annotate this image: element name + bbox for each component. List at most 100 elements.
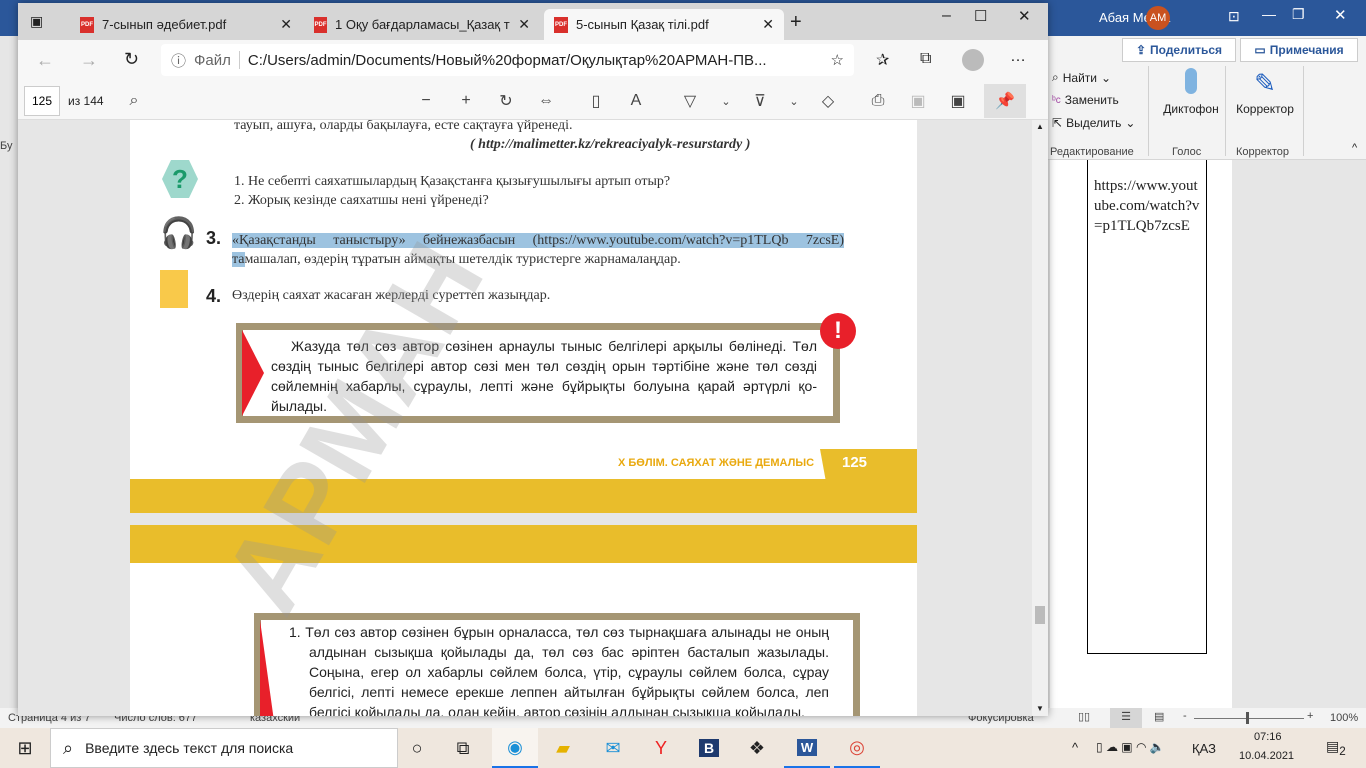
read-aloud-icon[interactable]: A xyxy=(622,88,650,114)
share-icon: ⇪ xyxy=(1135,43,1147,57)
yandex-icon[interactable]: Y xyxy=(638,728,684,768)
pdf-icon: PDF xyxy=(80,16,94,33)
rule-text: 1. Төл сөз автор сөзінен бұрын орналасса… xyxy=(289,624,829,716)
divider xyxy=(1303,66,1304,156)
close-tab-icon[interactable]: ✕ xyxy=(762,16,774,33)
chrome-icon[interactable]: ◎ xyxy=(834,728,880,768)
pdf-viewer[interactable]: тауып, ашуға, оларды бақылауға, есте сақ… xyxy=(18,120,1032,716)
zoom-out-icon[interactable]: − xyxy=(412,88,440,114)
task-view-icon[interactable]: ⧉ xyxy=(440,728,486,768)
divider xyxy=(1225,66,1226,156)
draw-icon[interactable]: ▽ xyxy=(676,88,704,114)
b-app-icon[interactable]: B xyxy=(686,728,732,768)
dropbox-icon[interactable]: ❖ xyxy=(734,728,780,768)
vertical-scrollbar[interactable]: ▲ ▼ xyxy=(1032,120,1048,716)
collapse-ribbon-icon[interactable]: ^ xyxy=(1352,142,1357,154)
scrollbar-thumb[interactable] xyxy=(1035,606,1045,624)
print-icon[interactable]: ⎙ xyxy=(864,88,892,114)
table-cell[interactable]: https://www.youtube.com/watch?v=p1TLQb7z… xyxy=(1087,160,1207,654)
mail-icon[interactable]: ✉ xyxy=(590,728,636,768)
pin-toolbar-icon[interactable]: 📌 xyxy=(984,84,1026,118)
minimize-button[interactable]: — xyxy=(1262,6,1276,22)
zoom-slider-thumb[interactable] xyxy=(1246,712,1249,724)
minimize-button[interactable]: – xyxy=(942,7,951,25)
tab-actions-icon[interactable]: ▣ xyxy=(30,13,43,30)
address-bar[interactable]: ⓘ Файл C:/Users/admin/Documents/Новый%20… xyxy=(161,44,854,76)
tab-3-active[interactable]: PDF 5-сынып Қазақ тілі.pdf ✕ xyxy=(544,9,784,40)
search-icon[interactable]: ⌕ xyxy=(120,88,148,114)
cortana-icon[interactable]: ○ xyxy=(394,728,440,768)
page-number-input[interactable] xyxy=(24,86,60,116)
address-bar-row: ← → ↻ ⓘ Файл C:/Users/admin/Documents/Но… xyxy=(18,40,1048,82)
page-view-icon[interactable]: ▯ xyxy=(582,88,610,114)
save-as-icon[interactable]: ▣ xyxy=(944,88,972,114)
zoom-out-button[interactable]: - xyxy=(1183,710,1187,722)
search-icon: ⌕ xyxy=(1052,70,1059,84)
add-favorite-icon[interactable]: ☆ xyxy=(831,51,844,69)
tab-1[interactable]: PDF 7-сынып әдебиет.pdf ✕ xyxy=(70,9,302,40)
rotate-icon[interactable]: ↻ xyxy=(492,88,520,114)
footer-section: Х БӨЛІМ. САЯХАТ ЖӘНЕ ДЕМАЛЫС xyxy=(618,457,815,469)
comment-icon: ▭ xyxy=(1254,43,1266,57)
close-tab-icon[interactable]: ✕ xyxy=(518,16,530,33)
dictate-button[interactable]: Диктофон xyxy=(1156,68,1226,116)
scroll-down-icon[interactable]: ▼ xyxy=(1036,704,1044,713)
draw-options-chevron-icon[interactable]: ⌄ xyxy=(712,88,740,114)
edge-window: ▣ PDF 7-сынып әдебиет.pdf ✕ PDF 1 Оқу бағда… xyxy=(18,3,1048,716)
tab-label: 5-сынып Қазақ тілі.pdf xyxy=(576,17,709,32)
input-language[interactable]: ҚАЗ xyxy=(1192,741,1216,756)
zoom-level[interactable]: 100% xyxy=(1330,712,1358,724)
scroll-up-icon[interactable]: ▲ xyxy=(1036,122,1044,131)
word-icon[interactable]: W xyxy=(784,728,830,768)
clock-time[interactable]: 07:16 xyxy=(1254,731,1282,743)
fit-page-icon[interactable]: ⇔ xyxy=(532,88,560,114)
close-window-button[interactable]: ✕ xyxy=(1018,7,1031,25)
text-line: тауып, ашуға, оларды бақылауға, есте сақ… xyxy=(234,120,573,133)
tab-2[interactable]: PDF 1 Оқу бағдарламасы_Қазақ тілі ✕ xyxy=(304,9,540,40)
print-layout-icon[interactable]: ☰ xyxy=(1110,708,1142,728)
new-tab-button[interactable]: + xyxy=(790,11,802,34)
share-button[interactable]: ⇪ Поделиться xyxy=(1122,38,1236,62)
zoom-in-icon[interactable]: + xyxy=(452,88,480,114)
search-placeholder: Введите здесь текст для поиска xyxy=(85,740,294,756)
maximize-button[interactable]: ☐ xyxy=(974,7,987,25)
editor-button[interactable]: ✎ Корректор xyxy=(1232,68,1298,116)
group-editing-label: Редактирование xyxy=(1050,146,1134,158)
profile-icon[interactable] xyxy=(962,49,984,71)
windows-start-icon[interactable]: ⊞ xyxy=(2,728,48,768)
task-number: 3. xyxy=(206,228,222,248)
restore-button[interactable]: ❐ xyxy=(1292,6,1305,23)
web-layout-icon[interactable]: ▤ xyxy=(1154,710,1164,723)
notification-icon[interactable]: ▤2 xyxy=(1326,738,1346,758)
info-icon[interactable]: ⓘ xyxy=(171,50,186,71)
file-explorer-icon[interactable]: ▰ xyxy=(540,728,586,768)
url-text[interactable]: C:/Users/admin/Documents/Новый%20формат/… xyxy=(248,52,767,69)
show-hidden-icons[interactable]: ^ xyxy=(1072,740,1078,755)
find-button[interactable]: ⌕ Найти ⌄ xyxy=(1052,70,1111,85)
notes-button[interactable]: ▭ Примечания xyxy=(1240,38,1358,62)
close-button[interactable]: ✕ xyxy=(1334,6,1347,24)
edge-icon[interactable]: ◉ xyxy=(492,728,538,768)
more-menu-icon[interactable]: … xyxy=(1010,48,1026,66)
avatar[interactable]: AM xyxy=(1146,6,1170,30)
ribbon-display-icon[interactable]: ⊡ xyxy=(1228,8,1240,25)
read-mode-icon[interactable]: ▯▯ xyxy=(1078,710,1090,723)
replace-button[interactable]: ᵇc Заменить xyxy=(1052,93,1119,107)
taskbar-search[interactable]: ⌕ Введите здесь текст для поиска xyxy=(50,728,398,768)
back-button[interactable]: ← xyxy=(36,50,54,71)
clock-date[interactable]: 10.04.2021 xyxy=(1239,750,1294,762)
close-tab-icon[interactable]: ✕ xyxy=(280,16,292,33)
highlight-icon[interactable]: ⊽ xyxy=(746,88,774,114)
highlight-options-chevron-icon[interactable]: ⌄ xyxy=(780,88,808,114)
zoom-in-button[interactable]: + xyxy=(1307,710,1313,722)
refresh-button[interactable]: ↻ xyxy=(124,49,139,70)
tab-label: 1 Оқу бағдарламасы_Қазақ тілі xyxy=(335,17,511,32)
select-button[interactable]: ⇱ Выделить ⌄ xyxy=(1052,116,1135,130)
tray-icons[interactable]: ▯ ☁ ▣ ◠ 🔈 xyxy=(1096,740,1165,754)
microphone-icon xyxy=(1185,68,1197,94)
collections-icon[interactable]: ⧉ xyxy=(920,50,931,68)
favorites-icon[interactable]: ✰ xyxy=(876,50,889,70)
zoom-slider[interactable] xyxy=(1194,718,1304,719)
eraser-icon[interactable]: ◇ xyxy=(814,88,842,114)
forward-button[interactable]: → xyxy=(80,50,98,71)
